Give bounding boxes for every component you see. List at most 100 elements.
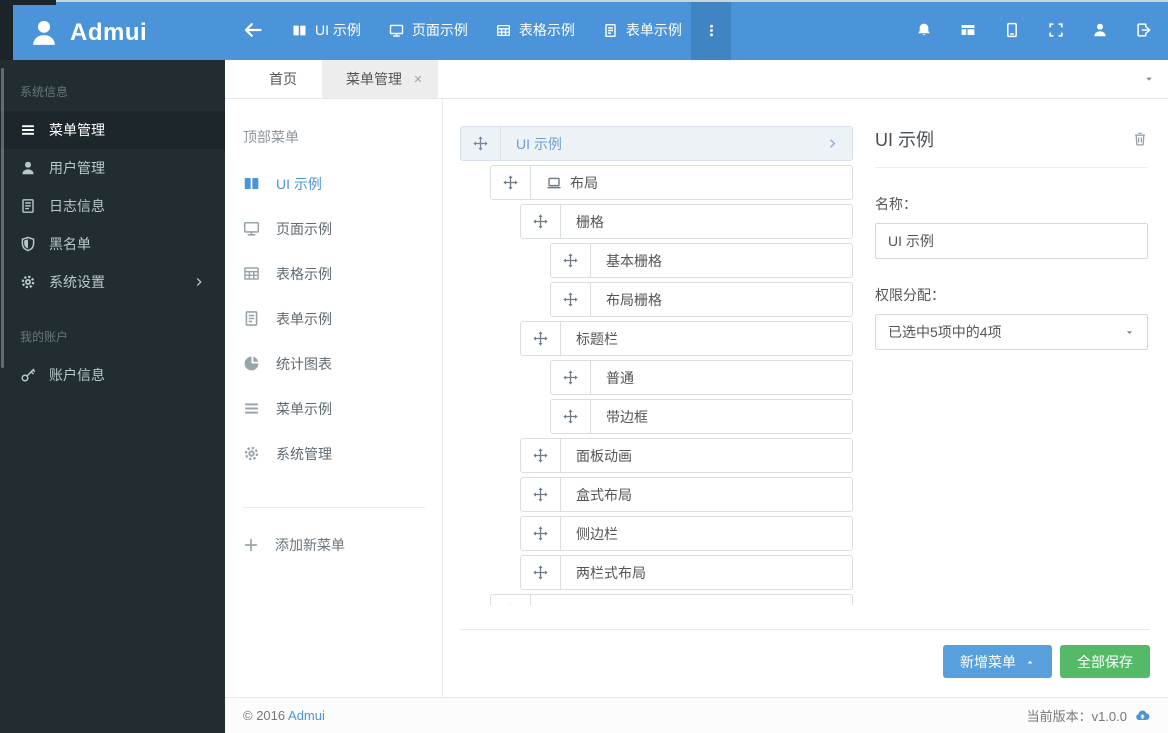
tree-row-layout[interactable]: 布局 [490, 165, 853, 200]
tab-menu-management[interactable]: 菜单管理 [322, 60, 438, 98]
sidebar-item-system-settings[interactable]: 系统设置 [0, 263, 225, 301]
cloud-upload-icon[interactable] [1135, 708, 1150, 723]
navbar-right-icons [902, 0, 1166, 60]
detail-divider [875, 167, 1148, 168]
tree-row-label: 布局 [531, 166, 852, 199]
layout-button[interactable] [946, 0, 990, 60]
menu-item-system-management[interactable]: 系统管理 [225, 431, 442, 476]
trash-icon[interactable] [1132, 131, 1148, 147]
desktop-icon [243, 220, 260, 237]
drag-handle[interactable] [521, 517, 561, 550]
tab-home[interactable]: 首页 [244, 60, 322, 98]
menu-item-label: UI 示例 [276, 175, 322, 192]
tree-row-label: 布局栅格 [591, 283, 852, 316]
drag-handle[interactable] [461, 127, 501, 160]
drag-handle[interactable] [521, 322, 561, 355]
move-icon [503, 604, 518, 605]
nav-item-table-demo[interactable]: 表格示例 [482, 0, 589, 60]
nav-item-page-demo[interactable]: 页面示例 [375, 0, 482, 60]
caret-up-icon [1025, 657, 1035, 667]
tree-row-normal[interactable]: 普通 [550, 360, 853, 395]
tree-row-text: 布局栅格 [606, 291, 662, 308]
menu-item-ui-demo[interactable]: UI 示例 [225, 161, 442, 206]
back-button[interactable] [230, 0, 276, 60]
move-icon [473, 136, 488, 151]
sidebar-item-label: 菜单管理 [49, 122, 105, 138]
user-icon [1092, 22, 1108, 38]
tree-row-with-border[interactable]: 带边框 [550, 399, 853, 434]
close-icon[interactable] [413, 74, 423, 84]
fullscreen-button[interactable] [1034, 0, 1078, 60]
tree-row-label: 基本栅格 [591, 244, 852, 277]
move-icon [563, 370, 578, 385]
user-button[interactable] [1078, 0, 1122, 60]
menu-item-table-demo[interactable]: 表格示例 [225, 251, 442, 296]
menu-item-label: 统计图表 [276, 355, 332, 372]
sidebar-item-user-management[interactable]: 用户管理 [0, 149, 225, 187]
footer-version: 当前版本：v1.0.0 [1027, 706, 1150, 725]
menu-item-form-demo[interactable]: 表单示例 [225, 296, 442, 341]
table-icon [496, 23, 511, 38]
drag-handle[interactable] [521, 205, 561, 238]
nav-item-label: 表格示例 [518, 22, 575, 38]
navbar-more-button[interactable] [691, 0, 731, 60]
drag-handle[interactable] [491, 166, 531, 199]
drag-handle[interactable] [551, 400, 591, 433]
add-menu-button[interactable]: 新增菜单 [943, 645, 1052, 678]
permissions-select[interactable]: 已选中5项中的4项 [875, 314, 1148, 350]
sidebar-item-account-info[interactable]: 账户信息 [0, 356, 225, 394]
menu-item-menu-demo[interactable]: 菜单示例 [225, 386, 442, 431]
drag-handle[interactable] [551, 283, 591, 316]
drag-handle[interactable] [521, 478, 561, 511]
laptop-icon [546, 175, 562, 191]
user-icon [20, 160, 36, 176]
drag-handle[interactable] [551, 244, 591, 277]
tree-row-basic-grid[interactable]: 基本栅格 [550, 243, 853, 278]
drag-handle[interactable] [521, 439, 561, 472]
device-button[interactable] [990, 0, 1034, 60]
add-new-menu-button[interactable]: 添加新菜单 [225, 522, 442, 567]
tree-row-label [531, 595, 852, 605]
sidebar-item-log-info[interactable]: 日志信息 [0, 187, 225, 225]
sidebar-item-menu-management[interactable]: 菜单管理 [0, 111, 225, 149]
sidebar-item-label: 用户管理 [49, 160, 105, 176]
fullscreen-icon [1048, 22, 1064, 38]
name-input[interactable] [875, 223, 1148, 259]
tree-row-title-bar[interactable]: 标题栏 [520, 321, 853, 356]
tree-row-grid[interactable]: 栅格 [520, 204, 853, 239]
menu-icon [20, 122, 36, 138]
key-icon [20, 367, 36, 383]
logout-button[interactable] [1122, 0, 1166, 60]
move-icon [563, 253, 578, 268]
notifications-button[interactable] [902, 0, 946, 60]
tab-list-caret-button[interactable] [1136, 60, 1162, 98]
drag-handle[interactable] [521, 556, 561, 589]
drag-handle[interactable] [551, 361, 591, 394]
sidebar-section-header: 我的账户 [20, 330, 69, 344]
gear-icon [243, 445, 260, 462]
tree-row-layout-grid[interactable]: 布局栅格 [550, 282, 853, 317]
brand-logo[interactable]: Admui [13, 5, 225, 60]
tree-row-sidebar[interactable]: 侧边栏 [520, 516, 853, 551]
tree-row-label: UI 示例 [501, 127, 826, 160]
save-all-button[interactable]: 全部保存 [1060, 645, 1150, 678]
footer-brand-link[interactable]: Admui [288, 708, 325, 723]
tree-row-label: 盒式布局 [561, 478, 852, 511]
sidebar-item-blacklist[interactable]: 黑名单 [0, 225, 225, 263]
nav-item-form-demo[interactable]: 表单示例 [589, 0, 696, 60]
tree-row-clipped-row[interactable] [490, 594, 853, 605]
tree-row-ui-demo[interactable]: UI 示例 [460, 126, 853, 161]
drag-handle[interactable] [491, 595, 531, 605]
tablet-icon [1004, 22, 1020, 38]
sidebar-section-header: 系统信息 [20, 85, 69, 99]
menu-column-title: 顶部菜单 [243, 129, 299, 145]
move-icon [563, 409, 578, 424]
nav-item-ui-demo[interactable]: UI 示例 [278, 0, 375, 60]
menu-item-page-demo[interactable]: 页面示例 [225, 206, 442, 251]
menu-item-charts[interactable]: 统计图表 [225, 341, 442, 386]
tree-row-chevron[interactable] [826, 127, 852, 160]
tree-row-two-column-layout[interactable]: 两栏式布局 [520, 555, 853, 590]
sidebar-scrollbar[interactable] [1, 68, 4, 368]
tree-row-panel-animation[interactable]: 面板动画 [520, 438, 853, 473]
tree-row-box-layout[interactable]: 盒式布局 [520, 477, 853, 512]
